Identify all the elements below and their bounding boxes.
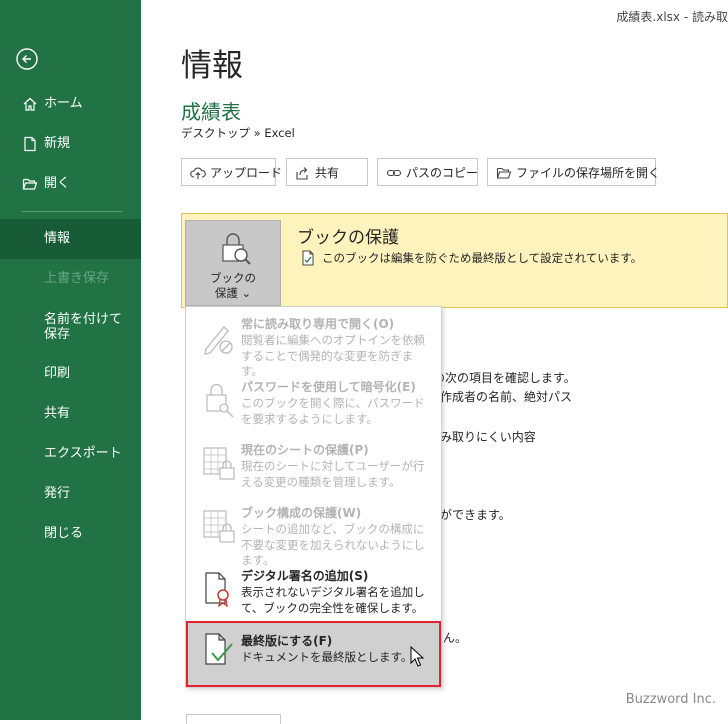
menu-item-title: ブック構成の保護(W)	[241, 506, 362, 520]
menu-item-title: パスワードを使用して暗号化(E)	[241, 380, 416, 394]
watermark: Buzzword Inc.	[625, 692, 716, 707]
sidebar-item-export[interactable]: エクスポート	[0, 434, 141, 474]
sidebar-item-label: 情報	[44, 231, 71, 246]
share-icon	[296, 167, 308, 180]
sidebar-item-label: エクスポート	[44, 446, 122, 461]
sidebar-item-label: 上書き保存	[44, 271, 110, 286]
sidebar-item-info[interactable]: 情報	[0, 219, 141, 259]
highlight-annotation-box	[186, 621, 441, 687]
sidebar-item-label: 共有	[44, 406, 71, 421]
protect-workbook-panel: ブックの 保護 ⌄ ブックの保護 このブックは編集を防ぐため最終版として設定され…	[181, 213, 728, 308]
sidebar-item-print[interactable]: 印刷	[0, 354, 141, 394]
versions-text-fragment: ができます。	[440, 508, 511, 522]
open-folder-icon	[22, 178, 38, 190]
menu-item-protect-sheet: 現在のシートの保護(P) 現在のシートに対してユーザーが行える変更の種類を管理し…	[186, 441, 441, 499]
folder-icon	[496, 167, 512, 179]
sidebar-item-share[interactable]: 共有	[0, 394, 141, 434]
protect-title: ブックの保護	[297, 228, 399, 248]
lock-key-icon	[206, 383, 234, 418]
menu-item-desc: 閲覧者に編集へのオプトインを依頼することで偶発的な変更を防ぎます。	[241, 333, 425, 378]
workbook-path: デスクトップ » Excel	[181, 126, 295, 140]
inspect-text-fragment: み取りにくい内容	[440, 430, 536, 444]
menu-item-title: 現在のシートの保護(P)	[241, 443, 369, 457]
workbook-name: 成績表	[181, 100, 241, 124]
sidebar-item-label: 閉じる	[44, 526, 84, 541]
sidebar-item-publish[interactable]: 発行	[0, 474, 141, 514]
sidebar-item-close[interactable]: 閉じる	[0, 514, 141, 554]
sidebar-item-label: 印刷	[44, 366, 71, 381]
menu-item-desc: 表示されないデジタル署名を追加して、ブックの完全性を確保します。	[241, 585, 425, 615]
sidebar-item-label: 発行	[44, 486, 71, 501]
read-only-pencil-icon	[204, 326, 233, 355]
partial-button[interactable]	[186, 714, 281, 724]
mouse-cursor-icon	[410, 646, 424, 667]
inspect-text-fragment: ルの次の項目を確認します。	[421, 371, 576, 385]
menu-item-encrypt: パスワードを使用して暗号化(E) このブックを開く際に、パスワードを要求するよう…	[186, 378, 441, 436]
sidebar-item-label: 名前を付けて保存	[44, 312, 123, 342]
back-arrow-icon	[16, 48, 38, 70]
cloud-upload-icon	[190, 167, 206, 179]
share-button[interactable]: 共有	[286, 158, 368, 186]
upload-button[interactable]: アップロード	[181, 158, 282, 186]
menu-item-title: 常に読み取り専用で開く(O)	[241, 317, 395, 331]
sidebar-item-home[interactable]: ホーム	[0, 84, 141, 124]
sidebar-item-label: 開く	[44, 176, 71, 191]
final-document-icon	[302, 250, 314, 266]
menu-item-desc: このブックを開く際に、パスワードを要求するようにします。	[241, 396, 425, 426]
lock-search-icon	[222, 233, 251, 265]
settings-text-fragment: ん。	[443, 631, 468, 645]
window-title: 成績表.xlsx - 読み取	[616, 10, 728, 24]
signature-ribbon-icon	[205, 572, 229, 607]
link-icon	[386, 169, 402, 177]
sidebar-item-label: 新規	[44, 136, 71, 151]
menu-item-desc: 現在のシートに対してユーザーが行える変更の種類を管理します。	[241, 459, 425, 489]
protect-workbook-label: ブックの 保護 ⌄	[210, 271, 256, 300]
sidebar-item-save-as[interactable]: 名前を付けて保存	[0, 312, 141, 344]
page-title: 情報	[181, 48, 243, 84]
sidebar-item-new[interactable]: 新規	[0, 124, 141, 164]
workbook-lock-icon	[203, 510, 235, 543]
protect-description: このブックは編集を防ぐため最終版として設定されています。	[322, 251, 643, 265]
menu-item-desc: シートの追加など、ブックの構成に不要な変更を加えられないようにします。	[241, 522, 425, 567]
open-file-location-button[interactable]: ファイルの保存場所を開く	[487, 158, 660, 186]
sidebar-item-label: ホーム	[44, 96, 83, 111]
sheet-lock-icon	[203, 447, 235, 480]
menu-item-title: デジタル署名の追加(S)	[241, 569, 369, 583]
sidebar-divider	[22, 211, 122, 212]
back-button[interactable]	[16, 48, 38, 70]
new-document-icon	[24, 136, 36, 152]
menu-item-read-only: 常に読み取り専用で開く(O) 閲覧者に編集へのオプトインを依頼することで偶発的な…	[186, 315, 441, 378]
inspect-text-fragment: 作成者の名前、絶対パス	[440, 390, 573, 404]
sidebar-item-save: 上書き保存	[0, 259, 141, 299]
menu-item-protect-structure: ブック構成の保護(W) シートの追加など、ブックの構成に不要な変更を加えられない…	[186, 504, 441, 567]
copy-path-button[interactable]: パスのコピー	[377, 158, 478, 186]
sidebar-item-open[interactable]: 開く	[0, 164, 141, 204]
home-icon	[23, 97, 37, 111]
backstage-sidebar: ホーム 新規 開く 情報 上書き保存 名前を付けて保存 印刷 共有 エクスポート…	[0, 0, 141, 720]
menu-item-digital-signature[interactable]: デジタル署名の追加(S) 表示されないデジタル署名を追加して、ブックの完全性を確…	[186, 567, 441, 619]
protect-workbook-button[interactable]: ブックの 保護 ⌄	[185, 220, 281, 306]
